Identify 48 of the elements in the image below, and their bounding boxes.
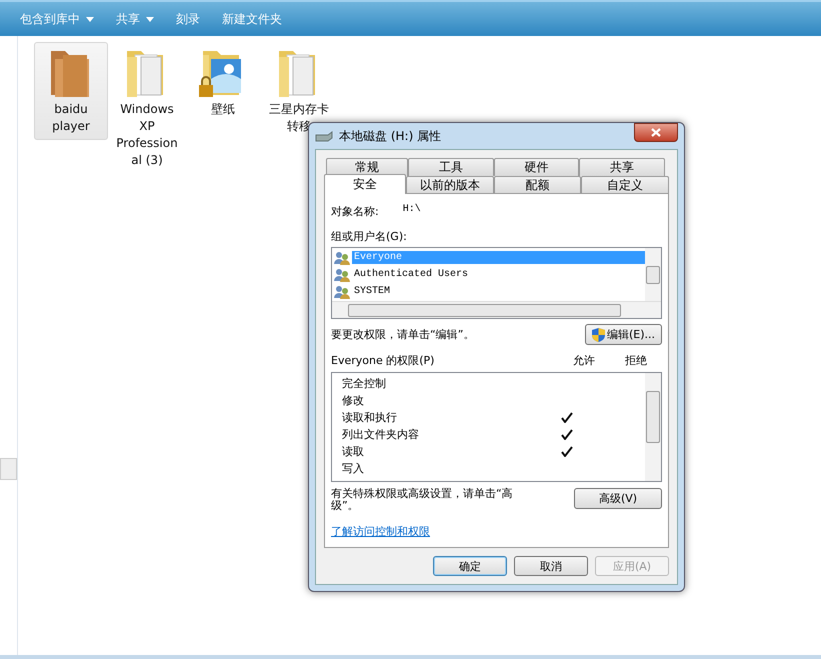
tab[interactable]: 安全	[324, 174, 406, 194]
users-icon	[334, 268, 350, 282]
permission-name: 完全控制	[342, 376, 387, 391]
pane-splitter[interactable]	[0, 458, 17, 480]
permission-name: 修改	[342, 393, 365, 408]
user-item[interactable]: SYSTEM	[352, 285, 645, 298]
folder-name: Windows XP Profession al (3)	[115, 101, 179, 169]
tab[interactable]: 配额	[494, 176, 582, 194]
column-header: 允许	[572, 353, 596, 368]
advanced-hint: 有关特殊权限或高级设置，请单击“高级”。	[331, 488, 514, 512]
edit-button[interactable]: 编辑(E)...	[584, 324, 662, 345]
permission-name: 读取	[342, 444, 365, 459]
drive-icon	[315, 130, 333, 142]
tab[interactable]: 共享	[579, 158, 666, 176]
folder-item[interactable]: baidu player	[34, 42, 108, 140]
dialog-button[interactable]: 取消	[514, 556, 588, 576]
user-item[interactable]: Authenticated Users	[352, 268, 645, 281]
close-button[interactable]	[634, 123, 678, 142]
caret-icon	[146, 16, 154, 22]
tab[interactable]: 工具	[408, 158, 494, 176]
tab[interactable]: 硬件	[494, 158, 580, 176]
permissions-label: Everyone 的权限(P)	[331, 353, 436, 368]
folder-item[interactable]: Windows XP Profession al (3)	[110, 42, 184, 174]
scrollbar[interactable]	[645, 373, 661, 481]
permission-name: 读取和执行	[342, 410, 398, 425]
permission-name: 列出文件夹内容	[342, 427, 420, 442]
shield-icon	[592, 328, 605, 342]
window-title: 本地磁盘 (H:) 属性	[339, 128, 442, 144]
dialog-button[interactable]: 确定	[433, 556, 507, 576]
scrollbar[interactable]	[332, 301, 661, 318]
column-header: 拒绝	[624, 353, 648, 368]
tab[interactable]: 自定义	[581, 176, 670, 194]
scrollbar[interactable]	[645, 248, 661, 302]
folder-item[interactable]: 壁纸	[186, 42, 260, 123]
folder-name: baidu player	[51, 101, 91, 135]
tab[interactable]: 以前的版本	[406, 176, 494, 194]
object-name-label: 对象名称:	[331, 204, 379, 219]
help-link[interactable]: 了解访问控制和权限	[331, 524, 430, 539]
object-name-value: H:\	[402, 204, 421, 217]
users-icon	[334, 284, 350, 298]
users-label: 组或用户名(G):	[331, 229, 408, 244]
edit-hint: 要更改权限，请单击“编辑”。	[331, 327, 474, 342]
users-icon	[334, 250, 350, 264]
advanced-button[interactable]: 高级(V)	[574, 488, 662, 509]
caret-icon	[86, 16, 94, 22]
folder-name: 壁纸	[210, 101, 236, 118]
permission-name: 写入	[342, 461, 365, 476]
close-icon	[651, 128, 661, 137]
